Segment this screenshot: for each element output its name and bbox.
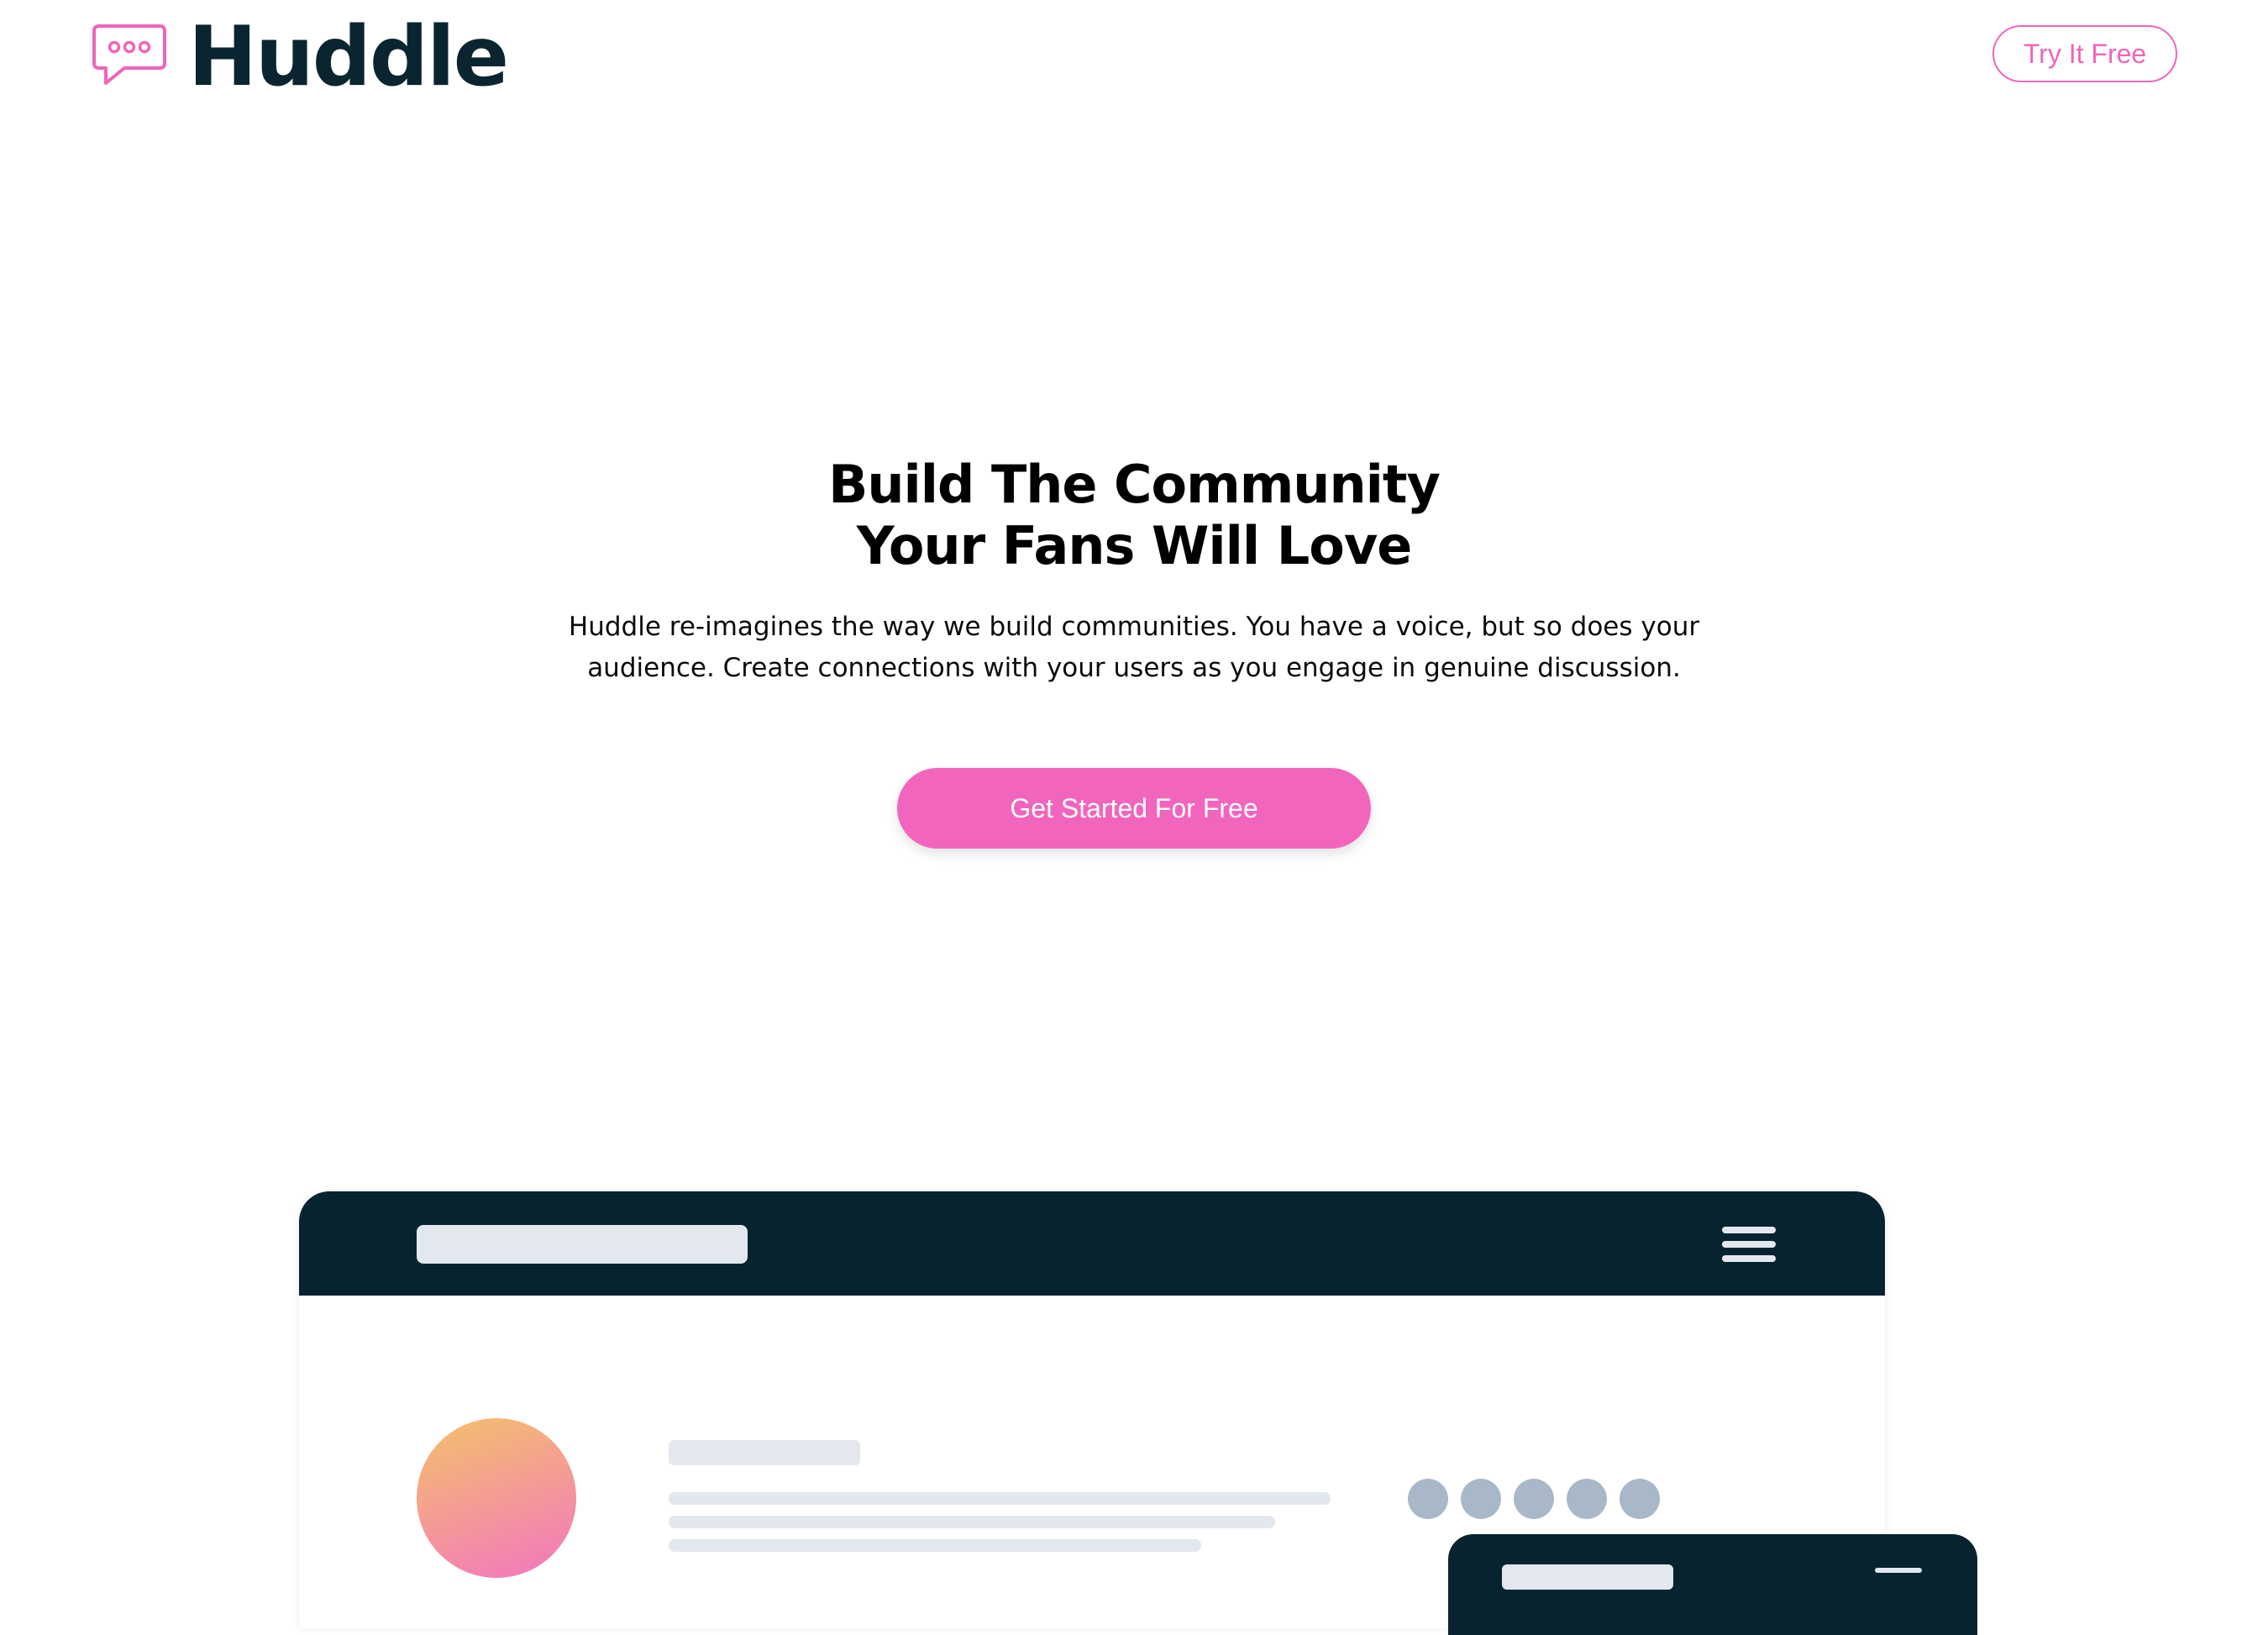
mobile-mockup-illustration xyxy=(1448,1534,1977,1635)
logo[interactable]: Huddle xyxy=(91,9,509,105)
mockup-dot xyxy=(1408,1479,1448,1519)
mockup-text-line-placeholder xyxy=(669,1516,1275,1528)
mockup-text-line-placeholder xyxy=(669,1492,1331,1505)
mockup-top-bar xyxy=(299,1191,1885,1296)
mockup-dot xyxy=(1461,1479,1501,1519)
mockup-dot xyxy=(1620,1479,1660,1519)
mini-mockup-search-placeholder xyxy=(1502,1564,1673,1590)
site-header: Huddle Try It Free xyxy=(0,0,2268,118)
mockup-heading-placeholder xyxy=(669,1440,860,1465)
hero-title-line-2: Your Fans Will Love xyxy=(856,515,1413,576)
mockup-dot xyxy=(1514,1479,1554,1519)
hero-description: Huddle re-imagines the way we build comm… xyxy=(568,612,1700,683)
mockup-text-line-placeholder xyxy=(669,1539,1201,1552)
chat-bubble-icon xyxy=(92,24,166,85)
mockup-search-placeholder xyxy=(417,1225,748,1264)
hero-title-line-1: Build The Community xyxy=(828,454,1441,515)
mockup-dot xyxy=(1567,1479,1607,1519)
logo-text: Huddle xyxy=(188,9,509,105)
hero-title: Build The Community Your Fans Will Love xyxy=(0,454,2268,576)
mini-hamburger-menu-icon xyxy=(1875,1568,1922,1573)
hamburger-menu-icon xyxy=(1722,1227,1776,1262)
mockup-avatar xyxy=(417,1418,576,1578)
try-it-free-button[interactable]: Try It Free xyxy=(1992,25,2177,82)
get-started-button[interactable]: Get Started For Free xyxy=(897,768,1371,849)
